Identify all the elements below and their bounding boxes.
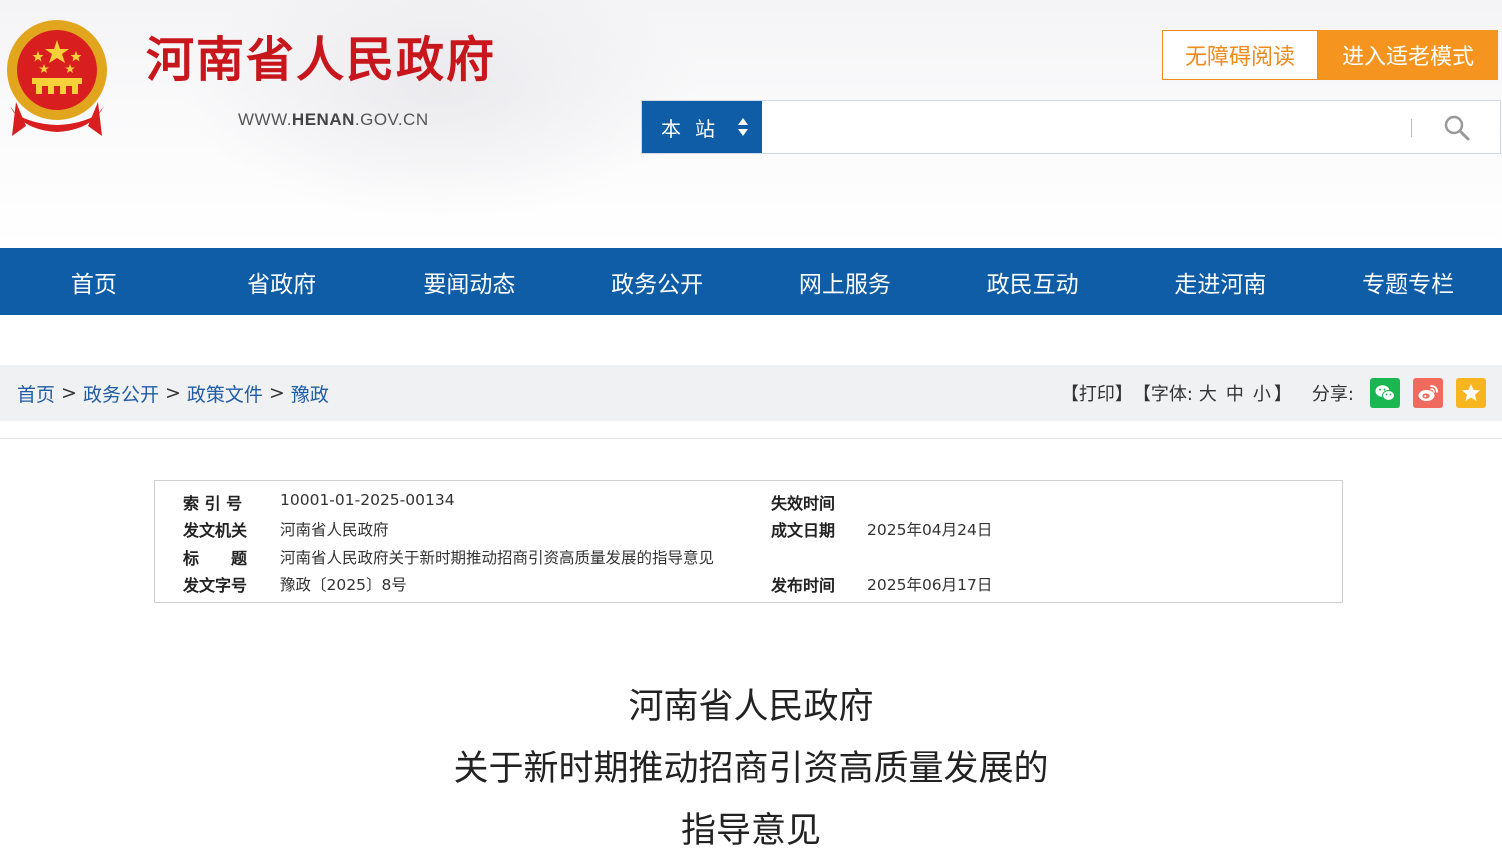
document-number-value: 豫政〔2025〕8号: [280, 576, 407, 594]
wechat-icon[interactable]: [1370, 378, 1400, 408]
search-icon[interactable]: [1442, 113, 1472, 143]
site-url-domain: HENAN: [291, 110, 355, 129]
nav-item-online-services[interactable]: 网上服务: [751, 248, 939, 315]
search-bar: 本站: [641, 100, 1501, 154]
index-number-value: 10001-01-2025-00134: [280, 491, 455, 509]
site-url-suffix: .GOV.CN: [354, 110, 429, 129]
weibo-glyph: [1418, 385, 1438, 401]
publish-time-label: 发布时间: [771, 576, 836, 595]
expiry-time-label: 失效时间: [771, 494, 836, 513]
national-emblem-icon[interactable]: [2, 18, 112, 138]
font-size-close-bracket: 】: [1273, 384, 1292, 405]
breadcrumb-separator: >: [268, 382, 285, 404]
favorite-icon[interactable]: [1456, 378, 1486, 408]
site-url: WWW.HENAN.GOV.CN: [238, 110, 429, 130]
issuing-authority-value: 河南省人民政府: [280, 521, 389, 539]
font-size-large[interactable]: 大: [1199, 380, 1220, 406]
nav-item-special-topics[interactable]: 专题专栏: [1314, 248, 1502, 315]
article-tools: 【打印】 【字体: 大 中 小 】 分享:: [1061, 365, 1486, 421]
nav-item-home[interactable]: 首页: [0, 248, 188, 315]
wechat-glyph: [1375, 385, 1395, 401]
breadcrumb-separator: >: [61, 382, 77, 404]
document-title: 河南省人民政府 关于新时期推动招商引资高质量发展的 指导意见: [0, 676, 1502, 861]
print-link[interactable]: 【打印】: [1061, 380, 1133, 406]
share-label: 分享:: [1311, 384, 1354, 405]
sort-arrows-icon: [738, 118, 748, 136]
font-size-small[interactable]: 小: [1253, 380, 1274, 406]
written-date-value: 2025年04月24日: [867, 521, 993, 539]
document-title-line-2: 关于新时期推动招商引资高质量发展的: [453, 749, 1049, 789]
site-url-prefix: WWW.: [238, 110, 292, 129]
nav-item-provincial-government[interactable]: 省政府: [188, 248, 376, 315]
title-value: 河南省人民政府关于新时期推动招商引资高质量发展的指导意见: [280, 549, 715, 567]
search-divider: [1411, 119, 1412, 137]
document-title-line-3: 指导意见: [680, 811, 821, 851]
nav-item-news[interactable]: 要闻动态: [376, 248, 564, 315]
breadcrumb-policy-documents[interactable]: 政策文件: [187, 380, 263, 407]
star-glyph: [1462, 384, 1480, 401]
title-label: 标 题: [183, 549, 248, 568]
search-scope-select[interactable]: 本站: [642, 101, 762, 153]
document-info-table: 索 引 号 10001-01-2025-00134 失效时间 发文机关 河南省人…: [154, 480, 1343, 603]
publish-time-value: 2025年06月17日: [867, 576, 993, 594]
breadcrumb-home[interactable]: 首页: [17, 380, 55, 407]
nav-item-about-henan[interactable]: 走进河南: [1127, 248, 1315, 315]
accessibility-reading-button[interactable]: 无障碍阅读: [1162, 30, 1318, 80]
elder-mode-button[interactable]: 进入适老模式: [1318, 30, 1498, 80]
breadcrumb-yuzheng[interactable]: 豫政: [291, 380, 329, 407]
main-navigation: 首页 省政府 要闻动态 政务公开 网上服务 政民互动 走进河南 专题专栏: [0, 248, 1502, 315]
weibo-icon[interactable]: [1413, 378, 1443, 408]
index-number-label: 索 引 号: [183, 494, 243, 513]
document-number-label: 发文字号: [183, 576, 248, 595]
breadcrumb-separator: >: [164, 382, 181, 404]
nav-item-interaction[interactable]: 政民互动: [939, 248, 1127, 315]
issuing-authority-label: 发文机关: [183, 521, 248, 540]
search-input[interactable]: [764, 103, 1424, 151]
site-header: 河南省人民政府 WWW.HENAN.GOV.CN 无障碍阅读 进入适老模式 本站: [0, 0, 1502, 248]
search-scope-label: 本站: [661, 116, 729, 141]
content-divider: [0, 438, 1502, 439]
font-size-label: 【字体:: [1132, 384, 1193, 405]
written-date-label: 成文日期: [771, 521, 836, 540]
site-title[interactable]: 河南省人民政府: [146, 36, 496, 84]
breadcrumb-bar: 首页 > 政务公开 > 政策文件 > 豫政 【打印】 【字体: 大 中 小 】 …: [0, 365, 1502, 421]
document-title-line-1: 河南省人民政府: [628, 687, 874, 727]
breadcrumb-government-affairs[interactable]: 政务公开: [83, 380, 159, 407]
font-size-medium[interactable]: 中: [1226, 380, 1247, 406]
nav-item-government-affairs[interactable]: 政务公开: [563, 248, 751, 315]
breadcrumb: 首页 > 政务公开 > 政策文件 > 豫政: [17, 365, 329, 421]
